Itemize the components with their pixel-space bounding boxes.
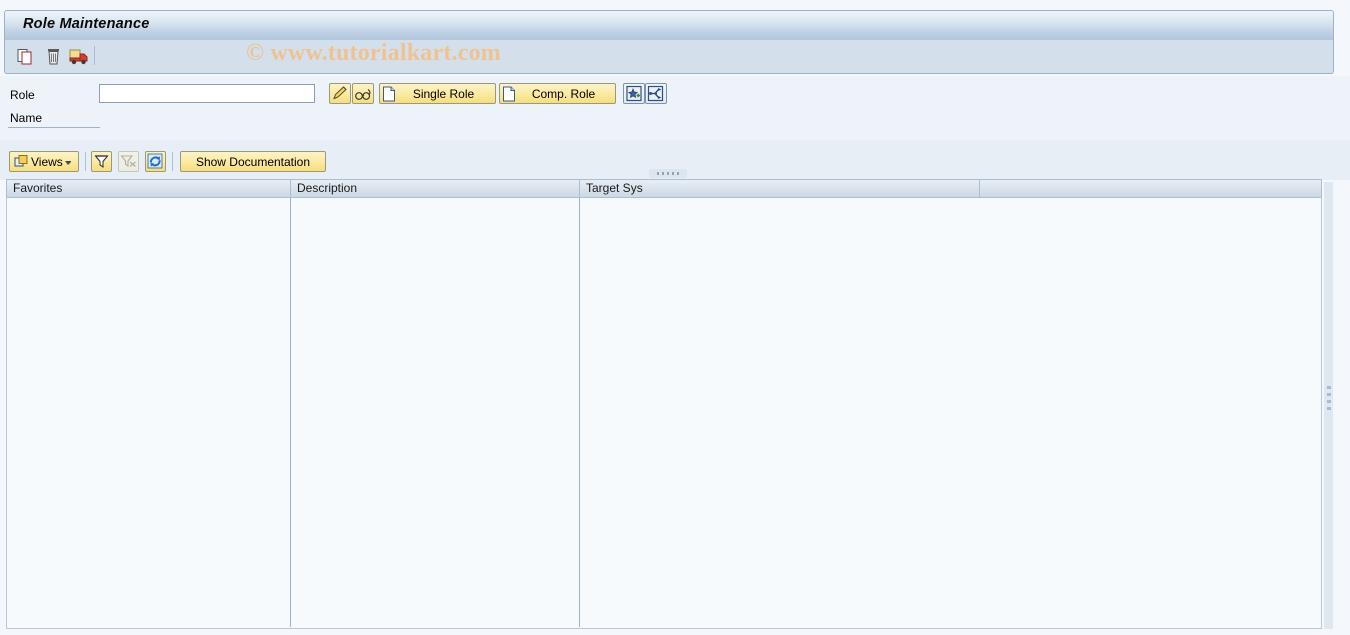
views-label: Views bbox=[31, 154, 63, 169]
role-input[interactable] bbox=[99, 84, 315, 103]
column-divider-1 bbox=[290, 198, 291, 627]
application-window: Role Maintenance © www.tutorialkart.com … bbox=[0, 0, 1350, 635]
name-value-underline bbox=[8, 127, 100, 128]
page-title: Role Maintenance bbox=[23, 16, 150, 32]
role-label: Role bbox=[10, 88, 35, 102]
table-body[interactable] bbox=[6, 198, 1322, 629]
views-icon bbox=[14, 155, 28, 167]
document-icon bbox=[503, 86, 515, 101]
single-role-label: Single Role bbox=[412, 86, 475, 101]
views-toolbar-separator-2 bbox=[172, 152, 173, 171]
delete-icon[interactable] bbox=[43, 46, 64, 67]
composite-role-button[interactable]: Comp. Role bbox=[499, 83, 616, 104]
column-header-favorites[interactable]: Favorites bbox=[6, 179, 291, 198]
column-header-description[interactable]: Description bbox=[290, 179, 580, 198]
filter-button[interactable] bbox=[91, 151, 112, 172]
copy-icon[interactable] bbox=[15, 46, 36, 67]
composite-role-label: Comp. Role bbox=[531, 86, 596, 101]
column-header-empty[interactable] bbox=[979, 179, 1322, 198]
show-documentation-label: Show Documentation bbox=[195, 154, 311, 169]
table-header-row: Favorites Description Target Sys bbox=[6, 179, 1322, 198]
derive-icon-button[interactable] bbox=[645, 83, 667, 104]
generate-icon-button[interactable] bbox=[623, 83, 645, 104]
refresh-button[interactable] bbox=[145, 151, 166, 172]
show-documentation-button[interactable]: Show Documentation bbox=[180, 151, 326, 172]
toolbar-separator bbox=[94, 46, 95, 65]
single-role-button[interactable]: Single Role bbox=[379, 83, 496, 104]
application-toolbar bbox=[4, 40, 1334, 74]
favorites-table: Favorites Description Target Sys bbox=[6, 179, 1322, 629]
window-title-bar: Role Maintenance bbox=[4, 10, 1334, 40]
horizontal-splitter[interactable] bbox=[649, 169, 687, 178]
vertical-splitter[interactable] bbox=[1324, 182, 1333, 629]
delete-filter-button[interactable] bbox=[118, 151, 139, 172]
change-role-button[interactable] bbox=[329, 83, 351, 104]
display-role-button[interactable] bbox=[352, 83, 374, 104]
name-label: Name bbox=[10, 111, 43, 125]
column-header-target-sys[interactable]: Target Sys bbox=[579, 179, 980, 198]
column-divider-2 bbox=[579, 198, 580, 627]
views-toolbar-separator bbox=[85, 152, 86, 171]
chevron-down-icon bbox=[64, 160, 71, 165]
views-button[interactable]: Views bbox=[9, 151, 79, 172]
transport-icon[interactable] bbox=[68, 46, 89, 67]
document-icon bbox=[383, 86, 395, 101]
